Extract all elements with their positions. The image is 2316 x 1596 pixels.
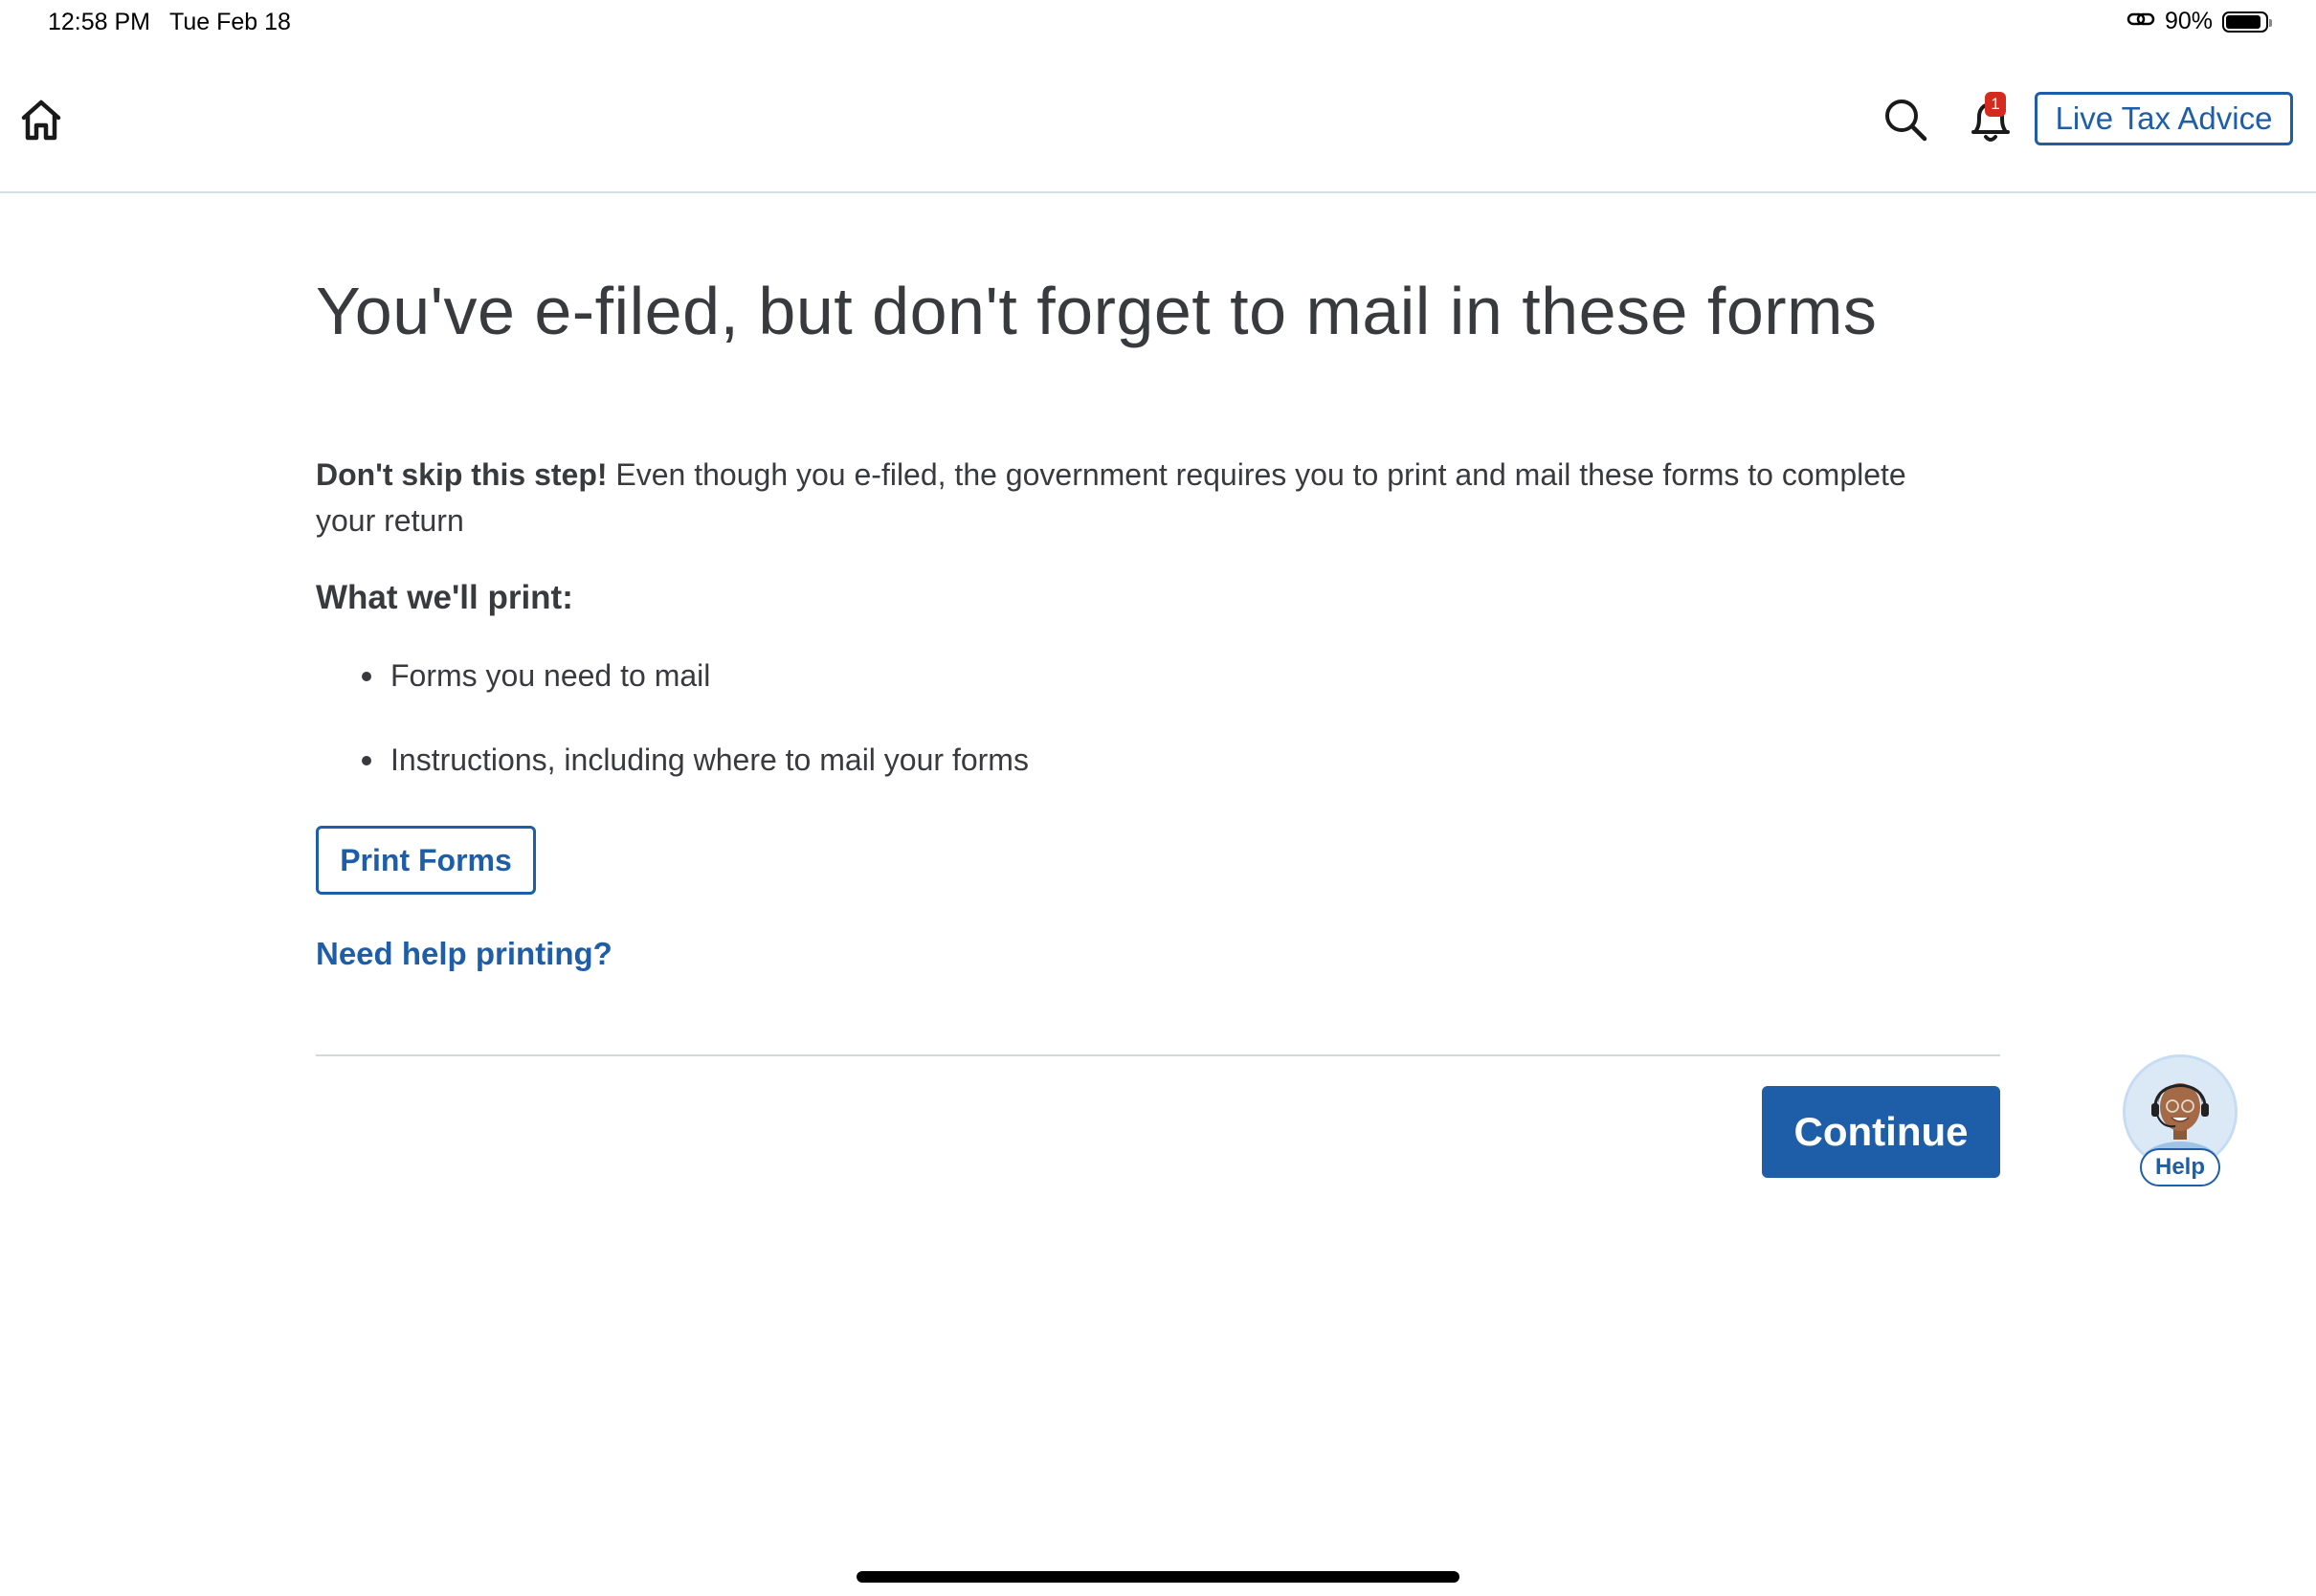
- battery-percent: 90%: [2164, 8, 2213, 34]
- list-item: Forms you need to mail: [316, 656, 1029, 741]
- status-bar: 12:58 PM Tue Feb 18 90%: [0, 0, 2316, 46]
- notification-badge: 1: [1985, 92, 2006, 117]
- print-forms-button[interactable]: Print Forms: [316, 826, 536, 895]
- help-widget[interactable]: Help: [2123, 1054, 2238, 1188]
- live-tax-advice-button[interactable]: Live Tax Advice: [2035, 92, 2293, 145]
- list-item-label: Instructions, including where to mail yo…: [390, 743, 1029, 777]
- list-item: Instructions, including where to mail yo…: [316, 741, 1029, 825]
- help-printing-link[interactable]: Need help printing?: [316, 936, 612, 972]
- search-icon[interactable]: [1882, 96, 1929, 144]
- home-icon[interactable]: [17, 97, 65, 144]
- bullet-icon: [362, 672, 371, 681]
- battery-level: [2226, 14, 2260, 29]
- status-date: Tue Feb 18: [169, 9, 291, 35]
- intro-emphasis: Don't skip this step!: [316, 457, 608, 492]
- intro-paragraph: Don't skip this step! Even though you e-…: [316, 452, 1962, 543]
- status-right: 90%: [2127, 8, 2272, 35]
- bullet-icon: [362, 756, 371, 765]
- app-screen: 12:58 PM Tue Feb 18 90% 1 Live Tax Advic…: [0, 0, 2316, 1596]
- status-time: 12:58 PM: [48, 9, 151, 35]
- page-title: You've e-filed, but don't forget to mail…: [316, 274, 1878, 348]
- notifications-button[interactable]: 1: [1966, 92, 2015, 145]
- top-header: 1 Live Tax Advice: [0, 46, 2316, 193]
- help-label: Help: [2140, 1148, 2220, 1186]
- home-indicator[interactable]: [857, 1571, 1459, 1583]
- continue-button[interactable]: Continue: [1762, 1086, 2000, 1178]
- print-subheading: What we'll print:: [316, 579, 573, 616]
- divider: [316, 1054, 2000, 1056]
- list-item-label: Forms you need to mail: [390, 658, 711, 693]
- print-items-list: Forms you need to mail Instructions, inc…: [316, 656, 1029, 825]
- link-icon: [2127, 8, 2155, 35]
- battery-icon: [2222, 11, 2272, 33]
